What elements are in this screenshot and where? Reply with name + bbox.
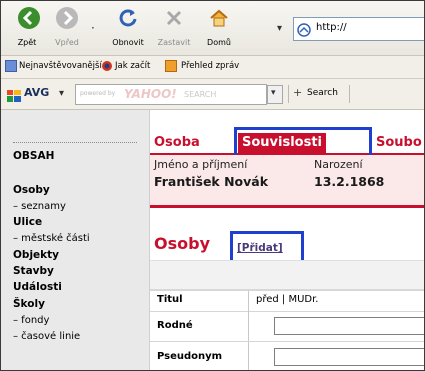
- chevron-down-icon: ▾: [271, 88, 276, 98]
- home-dropdown-icon[interactable]: ▾: [277, 23, 282, 34]
- form-header-band: [150, 260, 424, 290]
- search-button[interactable]: Search: [307, 88, 338, 98]
- birth-header: Narození: [314, 158, 363, 171]
- page-favicon-icon: [297, 22, 311, 37]
- tab-soubory[interactable]: Soubo: [376, 133, 422, 153]
- bookmarks-toolbar: Nejnavštěvovanější Jak začít Přehled zpr…: [1, 56, 424, 79]
- titul-value[interactable]: před | MUDr.: [256, 294, 319, 305]
- avg-toolbar: AVG ▾ powered by YAHOO! SEARCH ▾ + Searc…: [1, 79, 424, 110]
- home-icon: [209, 8, 229, 28]
- toolbar-separator: [349, 85, 350, 103]
- name-header: Jméno a příjmení: [154, 158, 248, 171]
- section-title: Osoby: [154, 234, 210, 253]
- column-separator: [248, 342, 249, 370]
- sidebar-item-skoly[interactable]: Školy: [13, 298, 45, 310]
- yahoo-search-input[interactable]: powered by YAHOO! SEARCH: [75, 84, 267, 105]
- home-label: Domů: [207, 38, 231, 47]
- form-row-rodne: Rodné: [150, 311, 424, 342]
- form-row-pseudonym: Pseudonym: [150, 342, 424, 370]
- browser-window: Zpět Vpřed · Obnovit Zastavit Domů ▾ htt…: [0, 0, 425, 371]
- plus-icon: +: [293, 86, 303, 99]
- highlight-box-add: [230, 231, 304, 263]
- forward-label: Vpřed: [55, 38, 79, 47]
- main-content: Osoba Souvislosti Soubo Jméno a příjmení…: [150, 110, 424, 370]
- refresh-icon: [118, 7, 138, 29]
- sidebar-divider: [13, 142, 137, 143]
- sidebar-item-stavby[interactable]: Stavby: [13, 265, 54, 277]
- sidebar-item-objekty[interactable]: Objekty: [13, 249, 59, 261]
- avg-brand: AVG: [24, 86, 50, 99]
- sidebar-item-fondy[interactable]: – fondy: [13, 315, 49, 326]
- stop-icon: [164, 8, 184, 28]
- stop-label: Zastavit: [157, 38, 191, 47]
- rodne-label: Rodné: [157, 320, 193, 331]
- back-label: Zpět: [17, 38, 37, 47]
- form-row-titul: Titul před | MUDr.: [150, 290, 424, 312]
- sidebar-item-casove-linie[interactable]: – časové linie: [13, 331, 80, 342]
- titul-label: Titul: [157, 294, 183, 305]
- avg-logo-icon: [7, 87, 21, 102]
- person-name: František Novák: [154, 174, 269, 189]
- sidebar-item-mestske-casti[interactable]: – městské části: [13, 233, 90, 244]
- bookmark-most-visited[interactable]: Nejnavštěvovanější: [19, 61, 102, 71]
- page-icon: [5, 60, 17, 72]
- bookmark-news-overview[interactable]: Přehled zpráv: [181, 61, 239, 71]
- address-text: http://: [316, 22, 347, 33]
- firefox-icon: [101, 60, 113, 72]
- avg-menu-dropdown[interactable]: ▾: [59, 88, 64, 99]
- back-arrow-icon: [18, 7, 40, 29]
- column-separator: [248, 291, 249, 311]
- person-info-box: Jméno a příjmení Narození František Nová…: [150, 155, 424, 208]
- forward-arrow-icon: [56, 7, 78, 29]
- sidebar: OBSAH Osoby – seznamy Ulice – městské čá…: [1, 110, 150, 370]
- navigation-toolbar: Zpět Vpřed · Obnovit Zastavit Domů ▾ htt…: [1, 1, 424, 56]
- yahoo-search-text: SEARCH: [184, 90, 217, 99]
- bookmark-getting-started[interactable]: Jak začít: [115, 61, 150, 71]
- history-dropdown-icon[interactable]: ·: [91, 21, 95, 35]
- sidebar-item-udalosti[interactable]: Události: [13, 281, 62, 293]
- address-bar[interactable]: http://: [293, 17, 424, 41]
- sidebar-heading: OBSAH: [13, 150, 55, 162]
- pseudonym-input[interactable]: [274, 348, 424, 366]
- sidebar-item-ulice[interactable]: Ulice: [13, 216, 42, 228]
- search-powered-by: powered by: [80, 90, 116, 97]
- toolbar-separator: [288, 85, 289, 103]
- refresh-label: Obnovit: [112, 38, 144, 47]
- person-birth-date: 13.2.1868: [314, 174, 385, 189]
- pseudonym-label: Pseudonym: [157, 351, 223, 362]
- tab-osoba[interactable]: Osoba: [154, 133, 200, 153]
- sidebar-item-seznamy[interactable]: – seznamy: [13, 201, 66, 212]
- column-separator: [248, 311, 249, 341]
- sidebar-item-osoby[interactable]: Osoby: [13, 184, 50, 196]
- rodne-input[interactable]: [274, 317, 424, 335]
- rss-icon: [165, 60, 177, 72]
- yahoo-logo: YAHOO!: [124, 87, 177, 101]
- search-engine-dropdown[interactable]: ▾: [267, 85, 283, 104]
